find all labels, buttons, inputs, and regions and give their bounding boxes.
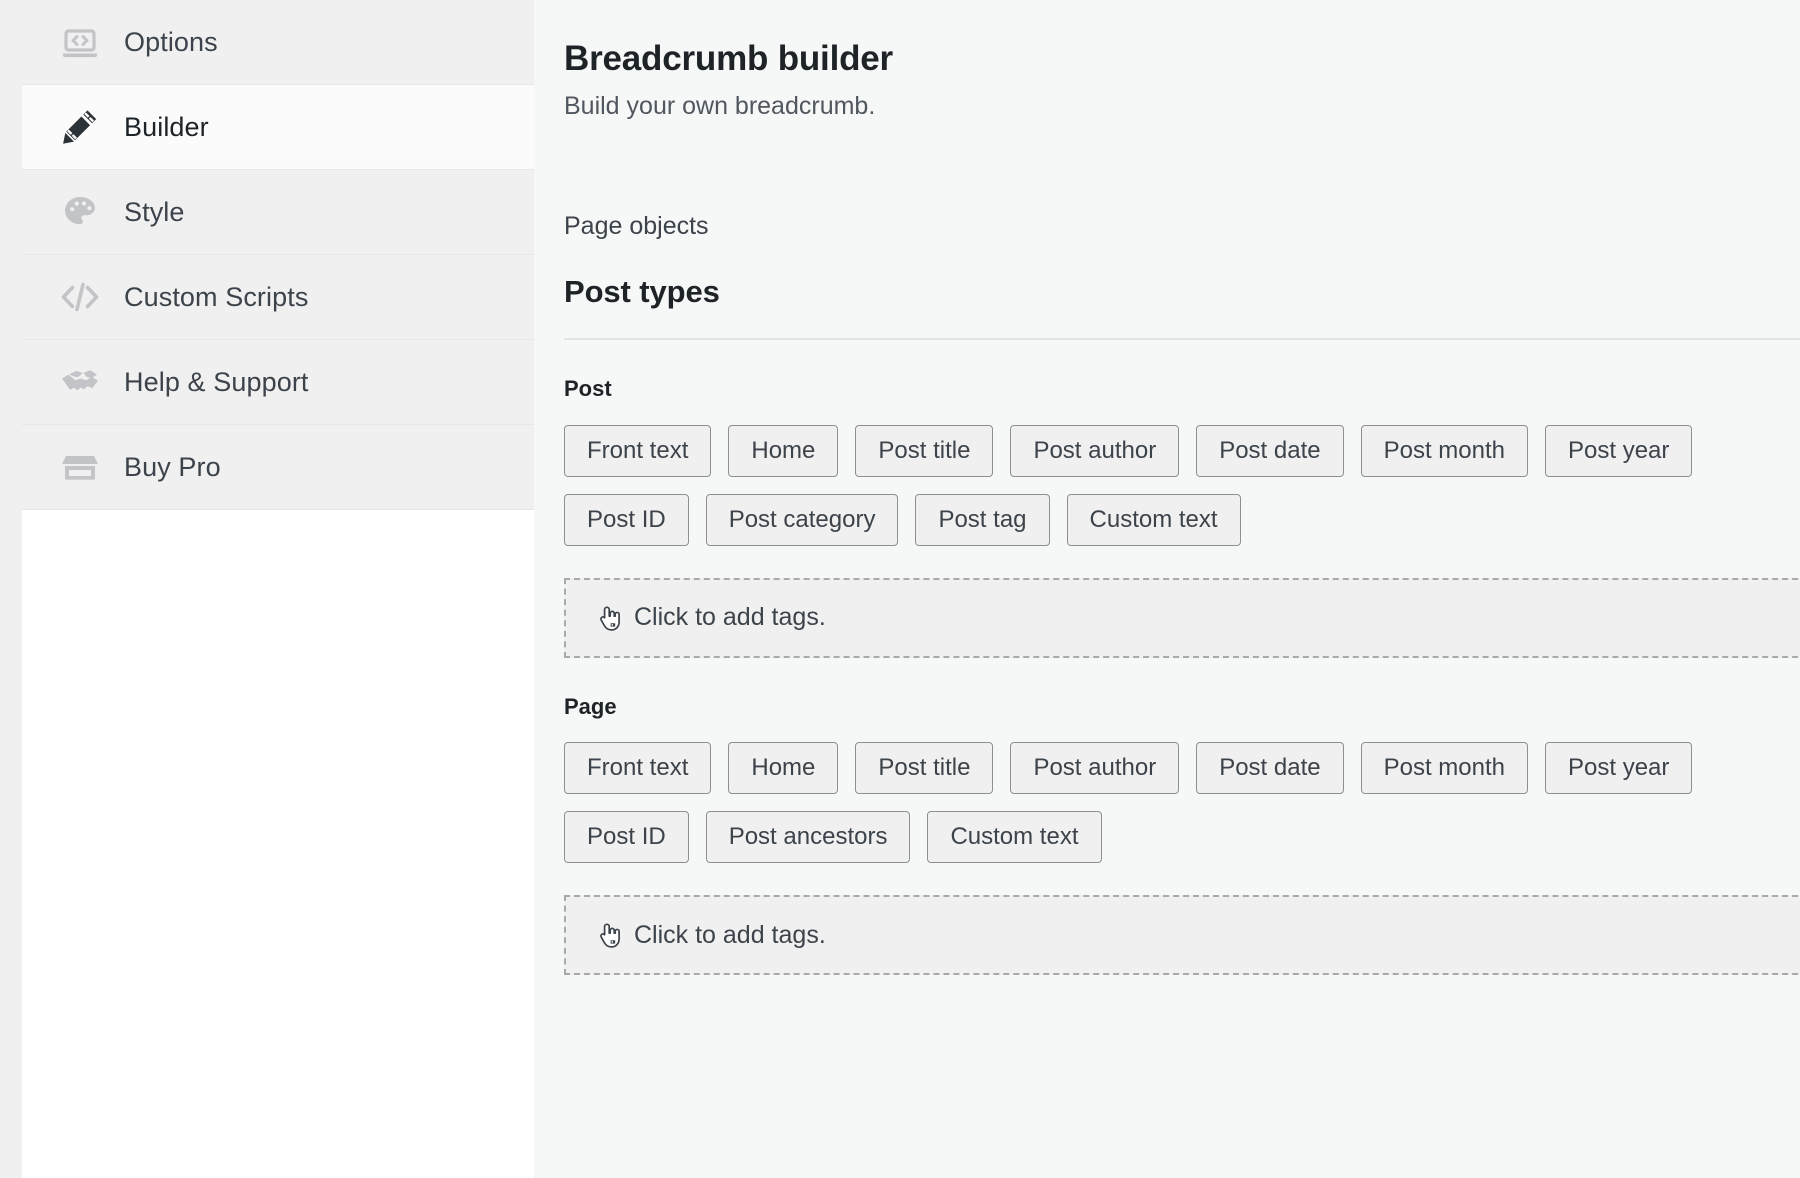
handshake-icon xyxy=(58,360,102,404)
tag-button-custom-text[interactable]: Custom text xyxy=(927,811,1102,864)
store-icon xyxy=(58,445,102,489)
dropzone-text: Click to add tags. xyxy=(634,603,826,632)
section-divider xyxy=(564,338,1800,341)
tag-row-page-1: Front text Home Post title Post author P… xyxy=(564,742,1800,864)
tag-button-front-text[interactable]: Front text xyxy=(564,424,712,477)
sidebar-region: Options Builder Style Custom Scripts Hel… xyxy=(0,0,534,1178)
page-subtitle: Build your own breadcrumb. xyxy=(564,92,876,121)
sidebar-item-label: Style xyxy=(124,196,185,227)
hand-pointer-icon xyxy=(594,603,624,633)
sidebar-item-label: Custom Scripts xyxy=(124,281,309,312)
sidebar-nav: Options Builder Style Custom Scripts Hel… xyxy=(22,0,534,1178)
tag-button-post-ancestors[interactable]: Post ancestors xyxy=(705,811,911,864)
tag-button-post-date[interactable]: Post date xyxy=(1196,742,1344,795)
sidebar-item-help-support[interactable]: Help & Support xyxy=(22,340,534,425)
tag-button-front-text[interactable]: Front text xyxy=(564,742,712,795)
tag-button-post-year[interactable]: Post year xyxy=(1545,424,1693,477)
tag-button-post-year[interactable]: Post year xyxy=(1545,742,1693,795)
group-page: Page Front text Home Post title Post aut… xyxy=(564,693,1800,976)
tag-button-home[interactable]: Home xyxy=(728,424,839,477)
group-title: Page xyxy=(564,693,617,719)
sidebar-item-label: Options xyxy=(124,26,218,57)
tag-button-post-author[interactable]: Post author xyxy=(1010,742,1180,795)
app-root: Options Builder Style Custom Scripts Hel… xyxy=(0,0,1800,1178)
laptop-code-icon xyxy=(58,20,102,64)
page-title: Breadcrumb builder xyxy=(564,39,893,78)
tag-button-custom-text[interactable]: Custom text xyxy=(1066,493,1241,546)
dropzone-page[interactable]: Click to add tags. xyxy=(564,895,1800,976)
sidebar-item-style[interactable]: Style xyxy=(22,170,534,255)
code-brackets-icon xyxy=(58,275,102,319)
sidebar-item-buy-pro[interactable]: Buy Pro xyxy=(22,425,534,510)
sidebar-item-label: Buy Pro xyxy=(124,451,221,482)
tag-button-post-title[interactable]: Post title xyxy=(855,424,994,477)
sidebar-item-label: Help & Support xyxy=(124,366,309,397)
palette-icon xyxy=(58,190,102,234)
tag-button-post-title[interactable]: Post title xyxy=(855,742,994,795)
tag-button-post-date[interactable]: Post date xyxy=(1196,424,1344,477)
group-title: Post xyxy=(564,376,612,402)
tag-button-post-month[interactable]: Post month xyxy=(1360,424,1529,477)
tag-button-post-id[interactable]: Post ID xyxy=(564,493,689,546)
tag-button-post-author[interactable]: Post author xyxy=(1010,424,1180,477)
sidebar-item-options[interactable]: Options xyxy=(22,0,534,85)
page-objects-label: Page objects xyxy=(564,212,709,241)
sidebar-item-builder[interactable]: Builder xyxy=(22,85,534,170)
main-content: Breadcrumb builder Build your own breadc… xyxy=(534,0,1800,1178)
section-title-post-types: Post types xyxy=(564,274,720,310)
sidebar-item-custom-scripts[interactable]: Custom Scripts xyxy=(22,255,534,340)
dropzone-text: Click to add tags. xyxy=(634,920,826,949)
hand-pointer-icon xyxy=(594,920,624,950)
tag-button-post-category[interactable]: Post category xyxy=(705,493,899,546)
tag-button-post-id[interactable]: Post ID xyxy=(564,811,689,864)
tag-button-home[interactable]: Home xyxy=(728,742,839,795)
sidebar-empty-area xyxy=(22,510,534,1170)
pencil-ruler-icon xyxy=(58,105,102,149)
tag-button-post-month[interactable]: Post month xyxy=(1360,742,1529,795)
tag-button-post-tag[interactable]: Post tag xyxy=(915,493,1050,546)
dropzone-post[interactable]: Click to add tags. xyxy=(564,577,1800,658)
sidebar-item-label: Builder xyxy=(124,111,209,142)
tag-row-post-1: Front text Home Post title Post author P… xyxy=(564,424,1800,546)
group-post: Post Front text Home Post title Post aut… xyxy=(564,376,1800,658)
